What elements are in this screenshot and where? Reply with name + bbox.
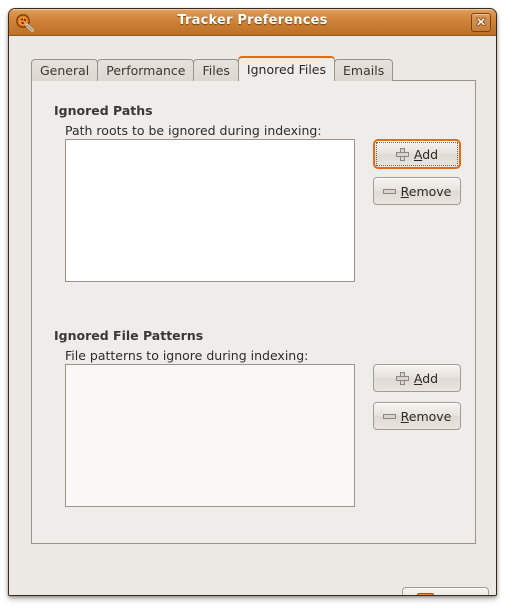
button-label: Add <box>413 370 439 386</box>
tab-label: Ignored Files <box>246 62 327 77</box>
ignored-patterns-heading: Ignored File Patterns <box>54 328 204 343</box>
ignored-files-panel: Ignored Paths Path roots to be ignored d… <box>31 80 476 544</box>
button-label: Add <box>413 146 439 162</box>
window-titlebar[interactable]: Tracker Preferences <box>9 9 496 36</box>
ignored-patterns-description: File patterns to ignore during indexing: <box>65 348 309 363</box>
tab-general[interactable]: General <box>31 59 99 81</box>
tab-ignored-files[interactable]: Ignored Files <box>237 56 336 81</box>
tab-files[interactable]: Files <box>193 59 239 81</box>
plus-icon <box>395 371 409 385</box>
button-label: Close <box>439 594 473 595</box>
ignored-paths-description: Path roots to be ignored during indexing… <box>65 123 322 138</box>
tab-bar: General Performance Files Ignored Files … <box>31 56 394 81</box>
close-icon <box>476 17 486 26</box>
window-title: Tracker Preferences <box>177 13 328 28</box>
tab-performance[interactable]: Performance <box>97 59 195 81</box>
tab-label: Performance <box>106 63 186 78</box>
tab-label: Files <box>202 63 230 78</box>
minus-icon <box>382 413 396 419</box>
close-x-icon <box>417 593 435 595</box>
button-label: Remove <box>400 183 452 199</box>
add-ignored-pattern-button[interactable]: Add <box>373 364 461 392</box>
button-label: Remove <box>400 408 452 424</box>
ignored-patterns-list[interactable] <box>65 364 355 507</box>
ignored-paths-heading: Ignored Paths <box>54 103 153 118</box>
tab-label: General <box>40 63 90 78</box>
ignored-paths-list[interactable] <box>65 139 355 282</box>
tab-label: Emails <box>343 63 385 78</box>
window-close-button[interactable] <box>471 13 491 32</box>
plus-icon <box>395 147 409 161</box>
preferences-window: Tracker Preferences General Performance … <box>8 8 497 596</box>
window-client-area: General Performance Files Ignored Files … <box>9 36 496 595</box>
remove-ignored-pattern-button[interactable]: Remove <box>373 402 461 430</box>
add-ignored-path-button[interactable]: Add <box>373 139 461 169</box>
tracker-magnifier-icon <box>15 13 34 32</box>
tab-emails[interactable]: Emails <box>334 59 394 81</box>
minus-icon <box>382 188 396 194</box>
remove-ignored-path-button[interactable]: Remove <box>373 177 461 205</box>
close-dialog-button[interactable]: Close <box>402 587 489 595</box>
